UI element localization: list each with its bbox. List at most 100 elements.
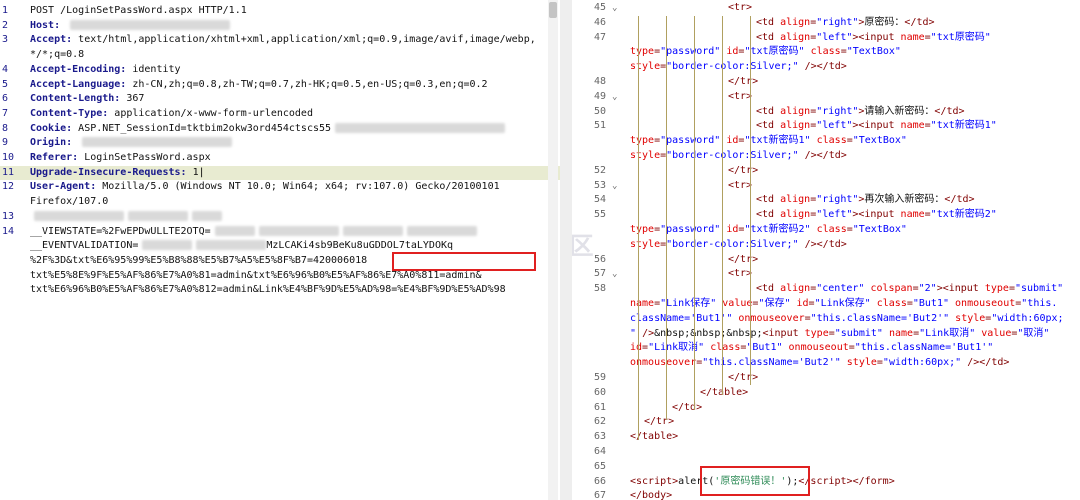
line-number: 55: [593, 209, 606, 221]
code-text[interactable]: <tr>: [728, 267, 752, 281]
line-number: 57: [593, 268, 606, 280]
code-text[interactable]: style="border-color:Silver;" /></td>: [630, 238, 847, 252]
indent-guide: [694, 16, 695, 410]
redacted-block: [335, 122, 506, 133]
code-text[interactable]: <tr>: [728, 179, 752, 193]
code-line: 53 ⌄ <tr>: [572, 179, 1080, 193]
request-line: txt%E6%96%B0%E5%AF%86%E7%A0%812=admin&Li…: [0, 283, 560, 297]
code-text[interactable]: </tr>: [728, 164, 758, 178]
code-line: 66 <script>alert('原密码错误！');</script></for…: [572, 475, 1080, 489]
line-text[interactable]: __VIEWSTATE=%2FwEPDwULLTE2OTQ=: [30, 225, 477, 239]
redacted-block: [70, 19, 231, 30]
code-text[interactable]: style="border-color:Silver;" /></td>: [630, 60, 847, 74]
line-text[interactable]: [30, 210, 222, 224]
code-text[interactable]: type="password" id="txt原密码" class="TextB…: [630, 45, 901, 59]
pane-divider[interactable]: [560, 0, 572, 500]
code-text[interactable]: <td align="right">请输入新密码：</td>: [756, 105, 965, 119]
indent-guide: [722, 16, 723, 395]
line-text[interactable]: User-Agent: Mozilla/5.0 (Windows NT 10.0…: [30, 180, 500, 194]
code-text[interactable]: </tr>: [728, 253, 758, 267]
request-line: 13: [0, 210, 560, 224]
line-number: 49: [593, 90, 606, 102]
line-text[interactable]: Accept: text/html,application/xhtml+xml,…: [30, 33, 536, 47]
code-text[interactable]: type="password" id="txt新密码2" class="Text…: [630, 223, 907, 237]
redacted-block: [258, 225, 339, 236]
line-text[interactable]: Referer: LoginSetPassWord.aspx: [30, 151, 211, 165]
code-line: type="password" id="txt原密码" class="TextB…: [572, 45, 1080, 59]
code-text[interactable]: <tr>: [728, 90, 752, 104]
code-text[interactable]: id="Link取消" class="But1" onmouseout="thi…: [630, 341, 993, 355]
code-text[interactable]: <td align="left"><input name="txt新密码1": [756, 119, 997, 133]
code-text[interactable]: <td align="left"><input name="txt原密码": [756, 31, 991, 45]
line-number: 54: [593, 194, 606, 206]
http-request-pane[interactable]: 1 POST /LoginSetPassWord.aspx HTTP/1.1 2 Ho…: [0, 0, 560, 500]
code-text[interactable]: type="password" id="txt新密码1" class="Text…: [630, 134, 907, 148]
line-text[interactable]: Content-Type: application/x-www-form-url…: [30, 107, 313, 121]
line-suffix: LoginSetPassWord.aspx: [84, 152, 211, 163]
line-number: 10: [2, 152, 15, 163]
code-line: id="Link取消" class="But1" onmouseout="thi…: [572, 341, 1080, 355]
line-text[interactable]: POST /LoginSetPassWord.aspx HTTP/1.1: [30, 4, 247, 18]
line-text[interactable]: Content-Length: 367: [30, 92, 144, 106]
code-line: 54 <td align="right">再次输入新密码：</td>: [572, 193, 1080, 207]
line-text[interactable]: Accept-Language: zh-CN,zh;q=0.8,zh-TW;q=…: [30, 78, 488, 92]
line-number: 2: [2, 19, 9, 31]
line-text[interactable]: %2F%3D&txt%E6%95%99%E5%B8%88%E5%B7%A5%E5…: [30, 254, 367, 268]
line-number: 47: [593, 31, 606, 43]
code-line: 57 ⌄ <tr>: [572, 267, 1080, 281]
code-text[interactable]: <td align="center" colspan="2"><input ty…: [756, 282, 1063, 296]
line-text[interactable]: */*;q=0.8: [30, 48, 84, 62]
fold-chevron-icon[interactable]: ⌄: [612, 267, 617, 281]
code-text[interactable]: </tr>: [728, 75, 758, 89]
request-line: 4 Accept-Encoding: identity: [0, 63, 560, 77]
line-text[interactable]: Cookie: ASP.NET_SessionId=tktbim2okw3ord…: [30, 122, 506, 136]
text-cursor: |: [198, 166, 205, 178]
indent-guide: [666, 16, 667, 420]
redacted-block: [34, 210, 124, 221]
header-value: txt%E5%8E%9F%E5%AF%86%E7%A0%81=admin&txt…: [30, 269, 482, 281]
code-text[interactable]: className='But1'" onmouseover="this.clas…: [630, 312, 1064, 326]
line-text[interactable]: txt%E6%96%B0%E5%AF%86%E7%A0%812=admin&Li…: [30, 283, 506, 297]
code-text[interactable]: <td align="right">原密码：</td>: [756, 16, 935, 30]
code-text[interactable]: <td align="right">再次输入新密码：</td>: [756, 193, 975, 207]
code-text[interactable]: </table>: [700, 386, 748, 400]
code-text[interactable]: <tr>: [728, 1, 752, 15]
code-line: 60 </table>: [572, 386, 1080, 400]
code-text[interactable]: onmouseover="this.className='But2'" styl…: [630, 356, 1009, 370]
header-name: Content-Length:: [30, 93, 127, 105]
header-name: Accept-Language:: [30, 78, 133, 90]
code-text[interactable]: style="border-color:Silver;" /></td>: [630, 149, 847, 163]
line-number: 50: [593, 105, 606, 117]
code-line: 45 ⌄ <tr>: [572, 1, 1080, 15]
header-value: Firefox/107.0: [30, 196, 109, 208]
code-line: 46 <td align="right">原密码：</td>: [572, 16, 1080, 30]
line-number: 11: [2, 166, 15, 178]
indent-guide: [750, 16, 751, 385]
code-text[interactable]: </body>: [630, 489, 672, 500]
left-scrollbar-thumb[interactable]: [549, 2, 557, 18]
code-text[interactable]: </td>: [672, 401, 702, 415]
code-line: 61 </td>: [572, 401, 1080, 415]
code-text[interactable]: </tr>: [644, 415, 674, 429]
left-scrollbar[interactable]: [548, 0, 558, 500]
line-text[interactable]: Origin:: [30, 136, 233, 150]
fold-chevron-icon[interactable]: ⌄: [612, 1, 617, 15]
line-text[interactable]: __EVENTVALIDATION= MzLCAKi4sb9BeKu8uGDDOL…: [30, 239, 453, 253]
code-text[interactable]: <td align="left"><input name="txt新密码2": [756, 208, 997, 222]
response-source-pane[interactable]: 45 ⌄ <tr> 46 <td align="right">原密码：</td> 47 <t…: [572, 0, 1080, 500]
fold-chevron-icon[interactable]: ⌄: [612, 90, 617, 104]
redacted-block: [82, 137, 233, 148]
line-number: 51: [593, 120, 606, 132]
line-text[interactable]: Firefox/107.0: [30, 195, 108, 209]
header-value: application/x-www-form-urlencoded: [114, 107, 313, 119]
line-text[interactable]: Upgrade-Insecure-Requests: 1|: [30, 166, 205, 180]
fold-chevron-icon[interactable]: ⌄: [612, 179, 617, 193]
redacted-block: [128, 210, 188, 221]
code-text[interactable]: </tr>: [728, 371, 758, 385]
header-name: Referer:: [30, 152, 85, 163]
code-line: name="Link保存" value="保存" id="Link保存" cla…: [572, 297, 1080, 311]
line-number: 62: [593, 416, 606, 428]
line-text[interactable]: Host:: [30, 19, 231, 33]
code-text[interactable]: " />&nbsp;&nbsp;&nbsp;<input type="submi…: [630, 327, 1049, 341]
line-text[interactable]: Accept-Encoding: identity: [30, 63, 181, 77]
